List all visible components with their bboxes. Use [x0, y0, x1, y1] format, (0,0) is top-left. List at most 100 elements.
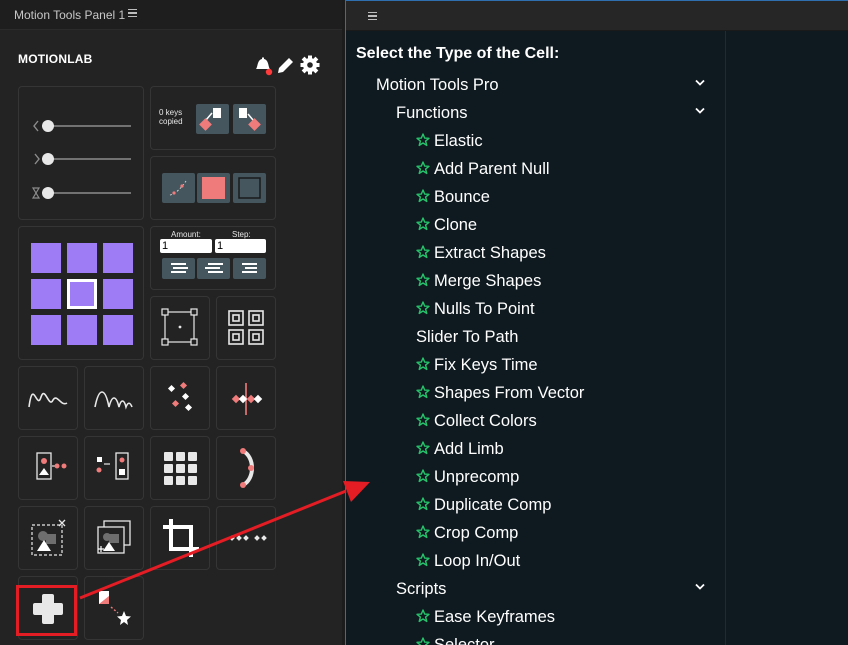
tree-leaf-item[interactable]: Slider To Path	[416, 323, 691, 351]
chevron-down-icon[interactable]	[694, 105, 706, 117]
tree-item-label: Crop Comp	[434, 524, 519, 542]
outline-square-icon	[238, 177, 261, 199]
elastic-cell[interactable]	[18, 366, 78, 430]
tree-leaf-item[interactable]: Clone	[416, 211, 691, 239]
point-to-shape-cell[interactable]	[84, 436, 144, 500]
tree-item-label: Selector	[434, 636, 495, 645]
path-points-icon	[169, 180, 187, 196]
favorite-star-icon[interactable]	[416, 637, 430, 645]
tree-item-label: Motion Tools Pro	[376, 76, 499, 94]
gear-icon[interactable]	[300, 55, 320, 75]
tree-leaf-item[interactable]: Ease Keyframes	[416, 603, 691, 631]
solid-layer-button[interactable]	[197, 173, 230, 203]
tree-leaf-item[interactable]: Shapes From Vector	[416, 379, 691, 407]
bounding-box-cell[interactable]	[150, 296, 210, 360]
align-right-icon	[242, 263, 257, 273]
tree-item-label: Functions	[396, 104, 468, 122]
favorite-star-icon[interactable]	[416, 469, 430, 483]
tree-item-label: Add Parent Null	[434, 160, 550, 178]
anchor-grid[interactable]	[19, 227, 143, 359]
tree-group-item[interactable]: Motion Tools Pro	[376, 71, 691, 99]
keyframe-scatter-cell[interactable]	[150, 366, 210, 430]
favorite-star-icon[interactable]	[416, 385, 430, 399]
shape-to-point-cell[interactable]	[18, 436, 78, 500]
favorite-star-icon[interactable]	[416, 497, 430, 511]
pencil-icon[interactable]	[276, 55, 296, 75]
copy-keys-cell[interactable]: 0 keys copied	[150, 86, 276, 150]
tree-leaf-item[interactable]: Selector	[416, 631, 691, 645]
favorite-star-icon[interactable]	[416, 217, 430, 231]
favorite-star-icon[interactable]	[416, 133, 430, 147]
bounce-cell[interactable]	[84, 366, 144, 430]
tree-leaf-item[interactable]: Merge Shapes	[416, 267, 691, 295]
tree-item-label: Duplicate Comp	[434, 496, 552, 514]
favorite-star-icon[interactable]	[416, 441, 430, 455]
tree-leaf-item[interactable]: Bounce	[416, 183, 691, 211]
path-points-button[interactable]	[162, 173, 195, 203]
null-shape-cell[interactable]	[150, 156, 276, 220]
tree-leaf-item[interactable]: Add Limb	[416, 435, 691, 463]
align-left-icon	[171, 263, 188, 273]
chevron-down-icon[interactable]	[694, 77, 706, 89]
align-right-button[interactable]	[233, 258, 266, 279]
favorite-star-icon[interactable]	[416, 301, 430, 315]
align-center-button[interactable]	[197, 258, 230, 279]
anchor-point-cell[interactable]	[18, 226, 144, 360]
crop-comp-cell[interactable]	[150, 506, 210, 570]
favorite-cell[interactable]	[84, 576, 144, 640]
tree-item-label: Nulls To Point	[434, 300, 535, 318]
tree-leaf-item[interactable]: Loop In/Out	[416, 547, 691, 575]
tree-leaf-item[interactable]: Unprecomp	[416, 463, 691, 491]
align-left-button[interactable]	[162, 258, 195, 279]
favorite-star-icon[interactable]	[416, 357, 430, 371]
add-limb-cell[interactable]	[216, 436, 276, 500]
motion-tools-panel: Motion Tools Panel 1 MOTIONLAB 0 keys co…	[0, 0, 342, 645]
cell-type-menu-icon[interactable]	[368, 12, 377, 20]
tree-leaf-item[interactable]: Duplicate Comp	[416, 491, 691, 519]
tree-group-item[interactable]: Scripts	[396, 575, 691, 603]
tree-leaf-item[interactable]: Fix Keys Time	[416, 351, 691, 379]
elastic-wave-icon	[28, 392, 68, 408]
split-grid-icon	[228, 310, 264, 345]
tree-leaf-item[interactable]: Add Parent Null	[416, 155, 691, 183]
favorite-star-icon[interactable]	[416, 273, 430, 287]
tree-item-label: Unprecomp	[434, 468, 520, 486]
chevron-down-icon[interactable]	[694, 581, 706, 593]
tree-leaf-item[interactable]: Crop Comp	[416, 519, 691, 547]
sliders-cell[interactable]	[18, 86, 144, 220]
cell-type-tab-bar	[346, 1, 848, 31]
favorite-star-icon[interactable]	[416, 553, 430, 567]
favorite-star-icon[interactable]	[416, 609, 430, 623]
notification-bell-icon[interactable]	[252, 55, 274, 77]
duplicate-comp-cell[interactable]	[84, 506, 144, 570]
sliders-graphic[interactable]	[19, 87, 143, 219]
tree-leaf-item[interactable]: Elastic	[416, 127, 691, 155]
amount-step-cell[interactable]: Amount: Step: 1 1	[150, 226, 276, 290]
loop-inout-cell[interactable]	[216, 506, 276, 570]
unprecomp-cell[interactable]	[18, 506, 78, 570]
favorite-star-icon[interactable]	[416, 525, 430, 539]
favorite-star-icon[interactable]	[416, 413, 430, 427]
tree-leaf-item[interactable]: Extract Shapes	[416, 239, 691, 267]
outline-layer-button[interactable]	[233, 173, 266, 203]
keyframe-align-cell[interactable]	[216, 366, 276, 430]
amount-input[interactable]: 1	[160, 239, 212, 253]
paste-keys-button[interactable]	[233, 104, 266, 134]
favorite-star-icon[interactable]	[416, 245, 430, 259]
split-grid-cell[interactable]	[216, 296, 276, 360]
bounce-wave-icon	[94, 391, 133, 410]
tree-leaf-item[interactable]: Collect Colors	[416, 407, 691, 435]
bounding-box-icon	[161, 308, 198, 346]
tree-group-item[interactable]: Functions	[396, 99, 691, 127]
panel-tab-title[interactable]: Motion Tools Panel 1	[14, 8, 125, 22]
panel-menu-icon[interactable]	[128, 9, 137, 17]
dot-grid-cell[interactable]	[150, 436, 210, 500]
tree-leaf-item[interactable]: Nulls To Point	[416, 295, 691, 323]
favorite-star-icon[interactable]	[416, 161, 430, 175]
step-input[interactable]: 1	[215, 239, 266, 253]
favorite-star-icon[interactable]	[416, 189, 430, 203]
dot-grid-icon	[164, 452, 197, 485]
tree-item-label: Collect Colors	[434, 412, 537, 430]
copy-keys-button[interactable]	[196, 104, 229, 134]
unprecomp-icon	[31, 519, 66, 556]
